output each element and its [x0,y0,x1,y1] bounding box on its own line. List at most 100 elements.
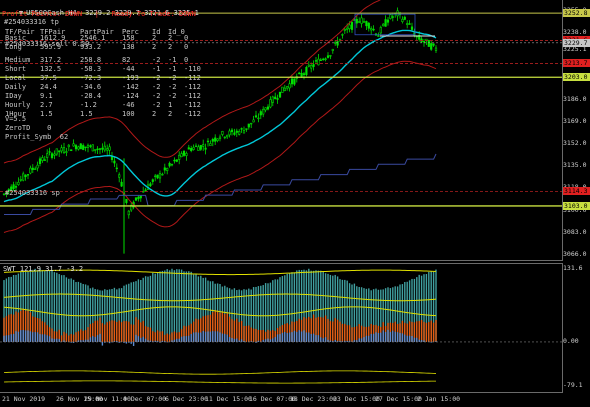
candle-body [50,153,54,159]
candle-body [182,150,186,156]
candle-body [86,144,90,148]
candle-body [48,151,51,153]
candle-body [343,29,346,31]
table-cell: Daily [5,83,27,91]
candle-body [158,173,162,179]
table-cell: 24.4 [40,83,57,91]
table-cell: -124 [122,92,139,100]
candle-body [137,196,140,200]
candle-body [166,167,169,171]
table-cell: -34.6 [80,83,102,91]
candle-body [185,153,188,156]
candle-body [276,98,279,100]
candle-body [84,146,87,149]
price-axis-label: 3083.0 [563,227,587,236]
candle-body [286,86,289,89]
candle-body [161,173,164,176]
candle-body [175,159,178,162]
candle-body [197,146,200,151]
table-cell: -58.3 [80,65,102,73]
candle-body [53,153,56,156]
candle-body [245,128,248,130]
candle-body [341,34,344,36]
candle-body [106,148,109,151]
table-cell: -1.2 [80,101,97,109]
candle-body [331,48,334,51]
candle-body [60,147,63,152]
table-cell: 100 [122,110,135,118]
candle-body [348,24,351,29]
table-cell: -1 [168,65,177,73]
indicator-canvas[interactable] [0,264,562,392]
candle-body [379,27,382,34]
candle-body [434,47,438,51]
price-tag: 3203.0 [563,73,590,82]
table-cell: 0 [184,34,189,42]
table-cell: -72.3 [80,74,102,82]
table-cell: -112 [184,92,201,100]
candle-body [24,174,27,178]
candle-body [334,42,337,44]
candle-body [199,145,202,150]
table-cell: 1.5 [80,110,93,118]
candle-body [120,181,123,187]
indicator-axis-label: 0.00 [563,336,579,345]
candle-body [288,83,291,89]
candle-body [156,174,159,179]
candle-body [293,78,296,85]
candle-body [355,18,358,24]
table-cell: -142 [122,83,139,91]
price-tag: 3103.0 [563,201,590,210]
candle-body [377,35,380,37]
time-axis-label: 23 Dec 15:00 [333,395,380,403]
candle-body [314,60,318,62]
candle-body [29,167,32,174]
mt4-chart-window: ▼ US500Cash,H4 3229.2 3229.7 3221.6 3225.… [0,0,590,407]
candle-body [386,19,390,23]
price-axis-label: 3186.0 [563,95,587,104]
candle-body [149,183,152,187]
candle-body [214,137,217,142]
candle-body [278,91,282,98]
candle-body [58,150,61,153]
candle-body [192,147,195,150]
candle-body [319,59,322,61]
table-cell: -1 [168,56,177,64]
table-cell: Hourly [5,101,31,109]
indicator-pane[interactable] [0,263,563,393]
table-cell: 2 [152,110,157,118]
table-cell: 2 [152,34,157,42]
candle-body [326,55,330,58]
table-cell: 37.5 [40,74,57,82]
candle-body [151,179,154,182]
candle-body [422,40,426,43]
candle-body [134,197,138,201]
candle-body [281,86,284,93]
table-cell: 82 [122,56,131,64]
candle-body [127,210,130,216]
table-cell: -110 [184,65,201,73]
table-cell: -2 [168,83,177,91]
table-cell: -2 [168,74,177,82]
candle-body [139,195,142,199]
table-cell: 138 [122,43,135,51]
order-label-sell: #254033316 sell 0.50 [5,40,90,48]
candle-body [55,148,58,155]
candle-body [118,174,121,178]
candle-body [408,23,411,25]
table-cell: 132.5 [40,65,62,73]
info-extra: Profit_Symb 62 [5,133,69,141]
table-cell: -28.4 [80,92,102,100]
price-tag: 3213.7 [563,59,590,68]
candle-body [367,22,370,29]
candle-body [430,43,433,50]
candle-body [43,159,46,161]
time-axis-label: 16 Dec 07:00 [249,395,296,403]
candle-body [74,145,78,150]
price-axis-label: 3152.0 [563,138,587,147]
candle-body [257,117,260,120]
table-cell: -2 [152,101,161,109]
candle-body [163,167,166,171]
table-cell: -112 [184,101,201,109]
candle-body [350,21,354,30]
